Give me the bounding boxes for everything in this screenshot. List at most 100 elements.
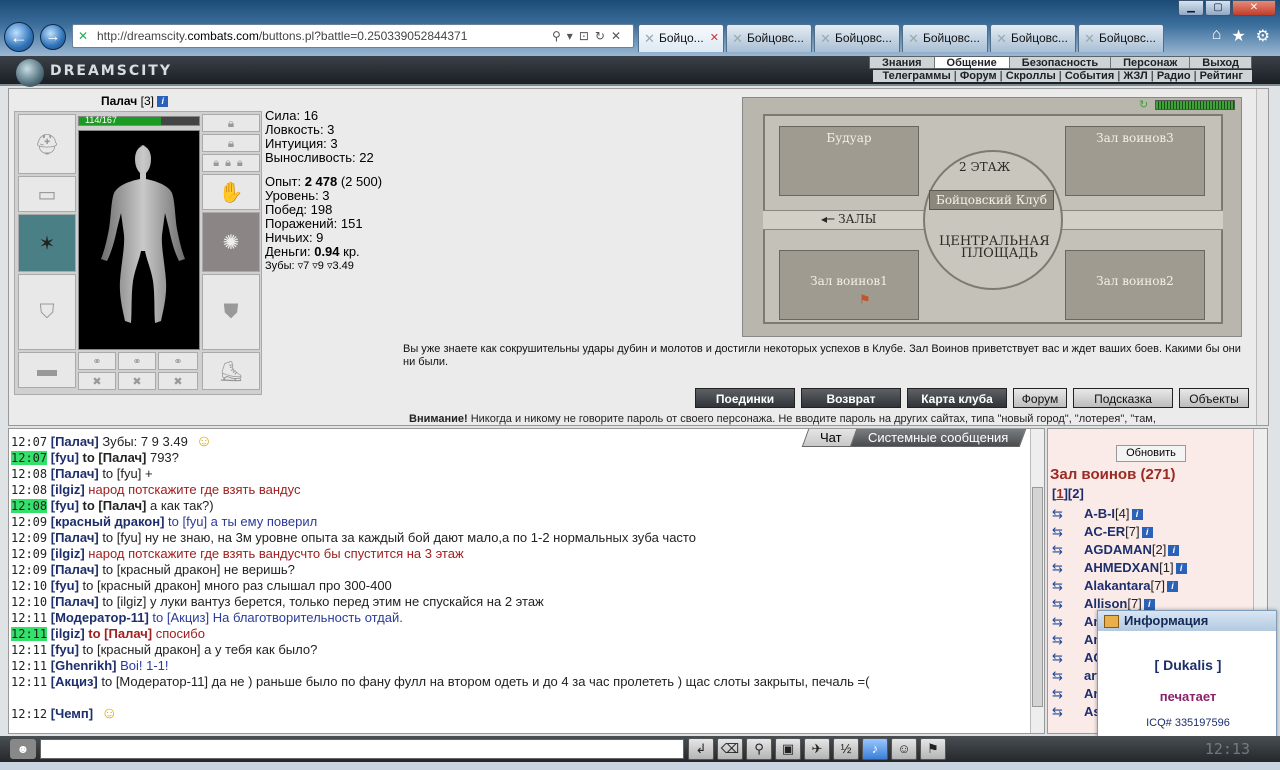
chat-time[interactable]: 12:09 [11,515,47,529]
helmet-slot[interactable]: ⛑ [18,114,76,174]
private-message-icon[interactable]: ⇆ [1052,687,1074,701]
refresh-icon[interactable]: ↻ [1139,99,1151,111]
chat-time[interactable]: 12:11 [11,627,48,641]
submenu-scrolls[interactable]: Скроллы [1003,70,1059,82]
private-message-icon[interactable]: ⇆ [1052,633,1074,647]
browser-tab[interactable]: Бойцовс... [902,24,988,52]
settings-gear-icon[interactable]: ⚙ [1256,26,1270,46]
chat-nick[interactable]: [fyu] [51,578,79,593]
chat-time[interactable]: 12:11 [11,659,47,673]
private-message-icon[interactable]: ⇆ [1052,597,1074,611]
close-tab-icon[interactable]: ✕ [710,25,719,52]
popup-user-name[interactable]: [ Dukalis ] [1098,657,1278,673]
private-message-icon[interactable]: ⇆ [1052,561,1074,575]
browser-tab[interactable]: Бойцовс... [990,24,1076,52]
chat-nick[interactable]: [Акциз] [51,674,98,689]
chat-time[interactable]: 12:11 [11,611,47,625]
home-icon[interactable]: ⌂ [1212,26,1222,46]
private-message-icon[interactable]: ⇆ [1052,669,1074,683]
chat-time[interactable]: 12:07 [11,451,48,465]
objects-button[interactable]: Объекты [1179,388,1249,408]
private-message-icon[interactable]: ⇆ [1052,615,1074,629]
chat-nick[interactable]: [Палач] [51,594,99,609]
chat-nick[interactable]: [fyu] [51,642,79,657]
chat-nick[interactable]: [fyu] [51,498,79,513]
main-scrollbar[interactable] [1256,89,1268,425]
maximize-icon[interactable]: ▢ [1205,0,1231,16]
save-icon[interactable]: ▣ [775,738,801,760]
menu-item-knowledge[interactable]: Знания [870,57,935,69]
chat-time[interactable]: 12:09 [11,563,47,577]
chat-nick[interactable]: [Чемп] [51,706,93,721]
shield-slot[interactable]: ✺ [202,212,260,272]
chat-time[interactable]: 12:08 [11,483,47,497]
armor-slot[interactable]: ⛉ [18,274,76,350]
weapon-slot[interactable]: ✶ [18,214,76,272]
minimize-icon[interactable]: ▁ [1178,0,1204,16]
ring-slot[interactable]: ⚭ [118,352,156,370]
private-message-icon[interactable]: ⇆ [1052,507,1074,521]
chat-scrollbar[interactable] [1030,429,1044,733]
submenu-telegrams[interactable]: Телеграммы [879,70,953,82]
online-user[interactable]: ⇆ A-B-I[4] i [1052,505,1252,523]
favorites-icon[interactable]: ★ [1231,26,1245,46]
chat-time[interactable]: 12:10 [11,595,47,609]
chat-nick[interactable]: [Модератор-11] [51,610,149,625]
chat-nick[interactable]: [Палач] [51,466,99,481]
user-name[interactable]: Alakantara [1084,578,1150,593]
chat-nick[interactable]: [Ghenrikh] [51,658,117,673]
ring-slot[interactable]: ⚭ [158,352,198,370]
gloves-slot[interactable]: ✋ [202,174,260,210]
chat-nick[interactable]: [Палач] [51,562,99,577]
hint-button[interactable]: Подсказка [1073,388,1173,408]
private-message-icon[interactable]: ⇆ [1052,579,1074,593]
chat-time[interactable]: 12:09 [11,547,47,561]
submenu-zhzl[interactable]: ЖЗЛ [1120,70,1150,82]
music-icon[interactable]: ♪ [862,738,888,760]
close-window-icon[interactable]: ✕ [1232,0,1276,16]
menu-item-exit[interactable]: Выход [1190,57,1251,69]
info-icon[interactable]: i [1143,599,1155,610]
chat-nick[interactable]: [красный дракон] [51,514,165,529]
info-icon[interactable]: i [1166,581,1178,592]
user-name[interactable]: AGDAMAN [1084,542,1152,557]
page-2-link[interactable]: 2 [1072,486,1079,501]
boots-slot[interactable]: ⛸ [202,352,260,390]
info-icon[interactable]: i [1141,527,1153,538]
halls-label[interactable]: ◂─ ЗАЛЫ [821,212,876,226]
emote-icon[interactable]: ☺ [891,738,917,760]
page-1-link[interactable]: 1 [1056,486,1063,501]
info-icon[interactable]: i [1131,509,1143,520]
online-user[interactable]: ⇆ AHMEDXAN[1] i [1052,559,1252,577]
online-user[interactable]: ⇆ AGDAMAN[2] i [1052,541,1252,559]
chat-time[interactable]: 12:10 [11,579,47,593]
central-square-label-2[interactable]: ПЛОЩАДЬ [961,246,1038,261]
chat-scroll-thumb[interactable] [1032,487,1043,707]
menu-item-communication[interactable]: Общение [934,57,1010,69]
submenu-forum[interactable]: Форум [957,70,1000,82]
flag-icon[interactable]: ⚑ [920,738,946,760]
user-name[interactable]: AC-ER [1084,524,1125,539]
rings-locked-slot[interactable]: 🔒︎🔒︎🔒︎ [202,154,260,172]
submenu-rating[interactable]: Рейтинг [1197,70,1246,82]
chat-nick[interactable]: [ilgiz] [51,626,85,641]
room-warriors-3[interactable]: Зал воинов3 [1065,126,1205,196]
floor2-label[interactable]: 2 ЭТАЖ [959,160,1010,174]
menu-item-security[interactable]: Безопасность [1010,57,1112,69]
message-input[interactable] [40,739,684,759]
user-name[interactable]: AHMEDXAN [1084,560,1159,575]
forum-button[interactable]: Форум [1013,388,1067,408]
private-message-icon[interactable]: ⇆ [1052,651,1074,665]
leggings-slot[interactable]: ⛊ [202,274,260,350]
online-user[interactable]: ⇆ AC-ER[7] i [1052,523,1252,541]
smiley-button[interactable]: ☻ [10,739,36,759]
chat-time[interactable]: 12:09 [11,531,47,545]
info-icon[interactable]: i [1175,563,1187,574]
earring-slot[interactable]: 🔒︎ [202,134,260,152]
chat-nick[interactable]: [fyu] [51,450,79,465]
private-message-icon[interactable]: ⇆ [1052,525,1074,539]
chat-time[interactable]: 12:11 [11,643,47,657]
browser-tab[interactable]: Бойцо... ✕ [638,24,724,52]
club-map-button[interactable]: Карта клуба [907,388,1007,408]
forward-button[interactable]: → [40,24,66,50]
